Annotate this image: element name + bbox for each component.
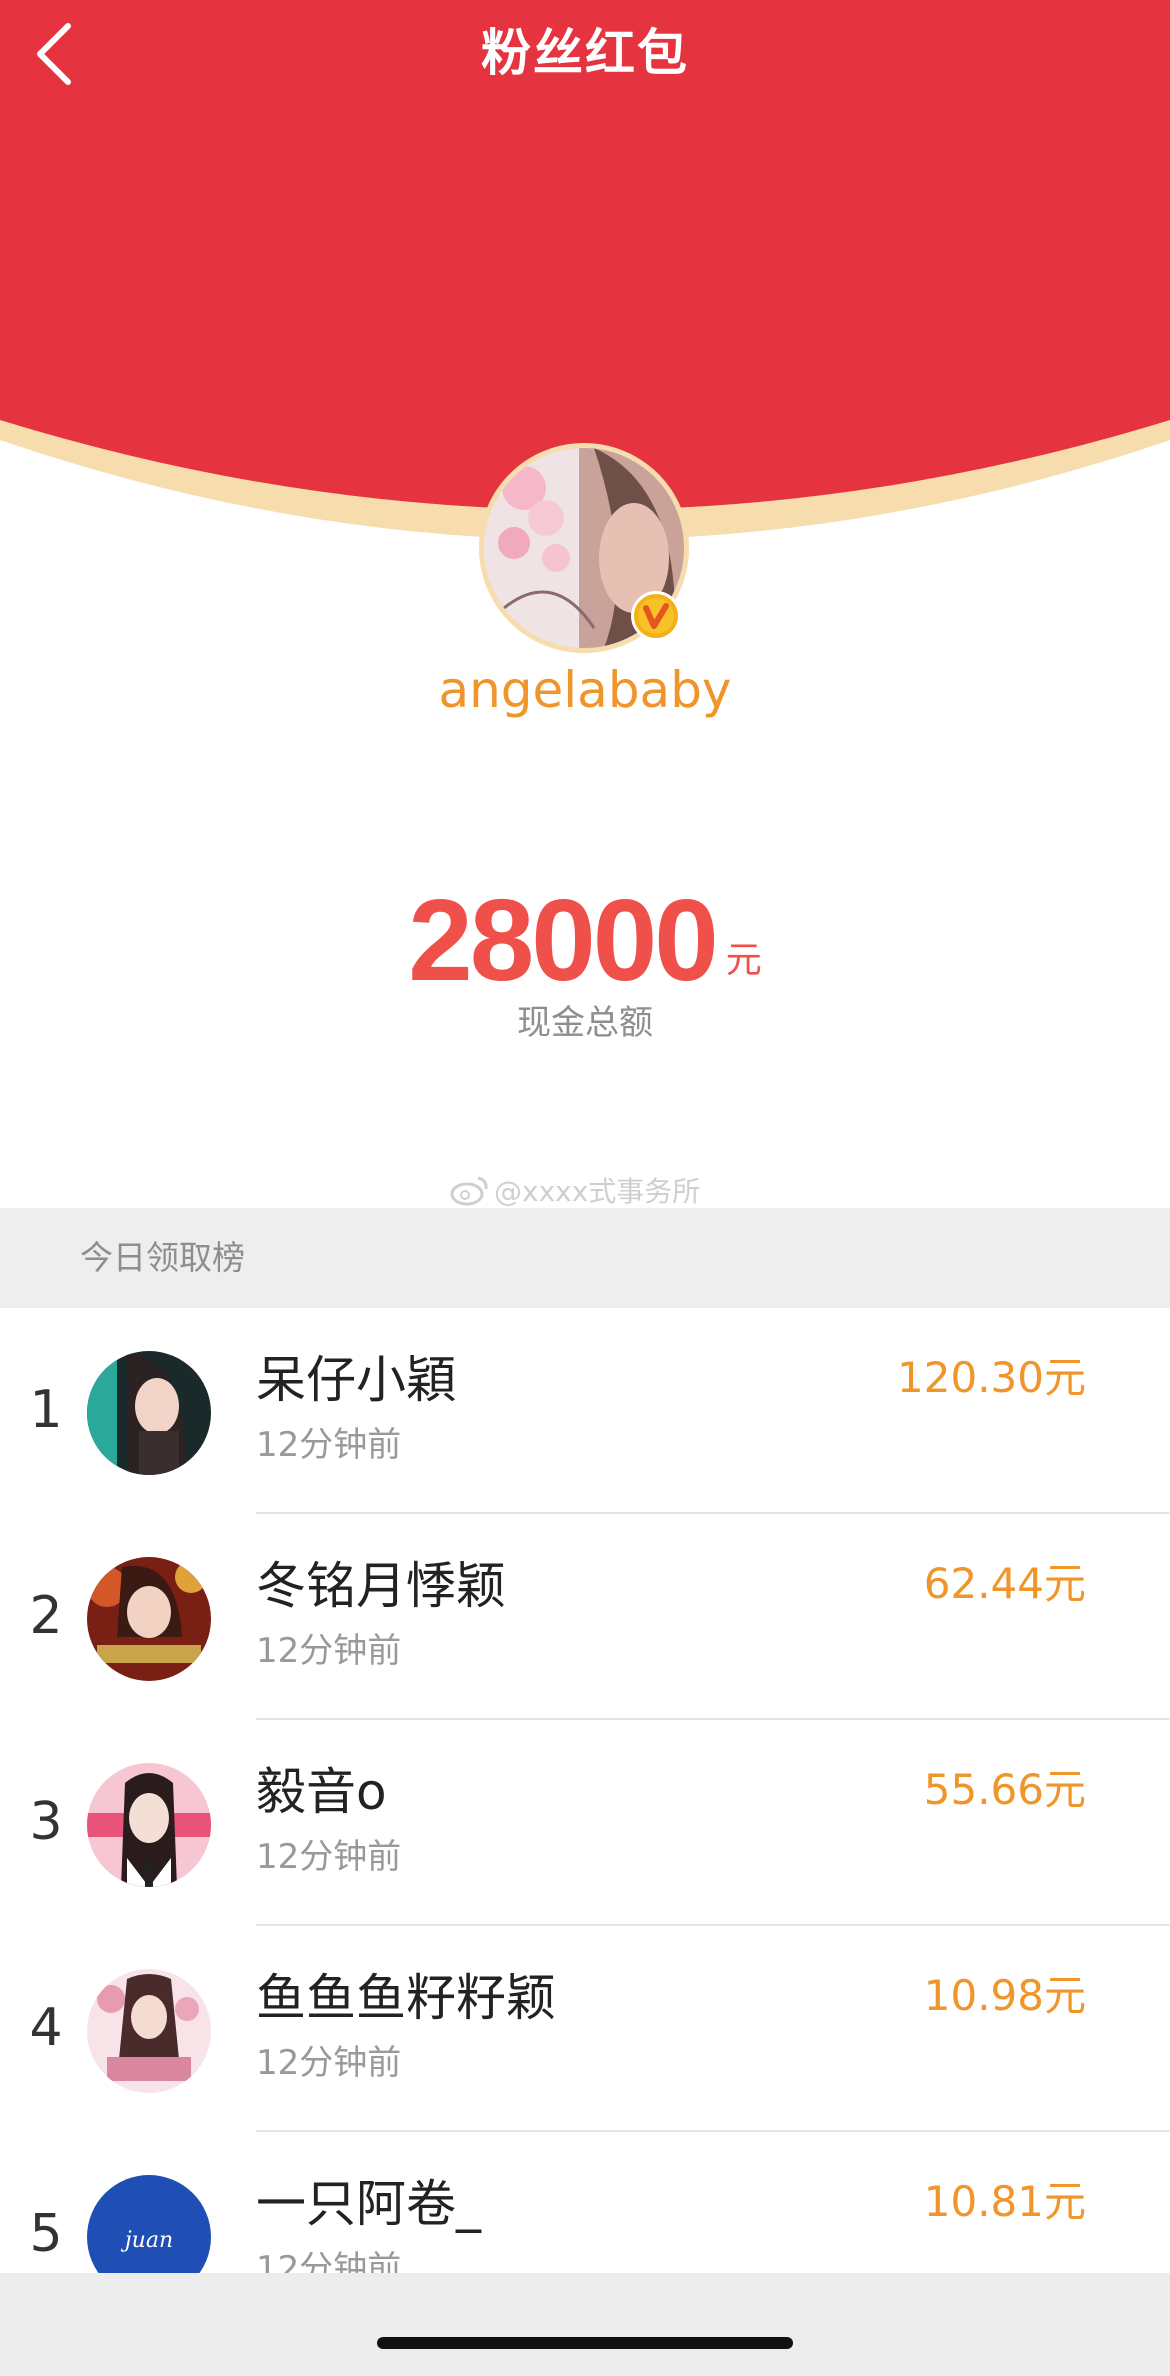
profile-avatar[interactable] xyxy=(479,443,689,653)
total-amount: 28000 元 xyxy=(0,880,1170,1000)
avatar[interactable] xyxy=(87,1557,211,1681)
claim-amount: 55.66元 xyxy=(923,1765,1086,1814)
leaderboard-row[interactable]: 5 juan 一只阿卷_ 12分钟前 10.81元 xyxy=(0,2132,1170,2273)
claim-time: 12分钟前 xyxy=(256,1631,402,1671)
watermark-text: @xxxx式事务所 xyxy=(494,1175,701,1208)
home-indicator[interactable] xyxy=(377,2337,793,2349)
avatar-image xyxy=(87,1969,211,2093)
claim-amount: 10.81元 xyxy=(923,2177,1086,2226)
claim-time: 12分钟前 xyxy=(256,2249,402,2273)
total-amount-unit: 元 xyxy=(725,940,762,981)
leaderboard-list[interactable]: 1 呆仔小穎 12分钟前 120.30元 2 冬铭月悸颖 12分钟前 62.44… xyxy=(0,1308,1170,2273)
claim-amount: 10.98元 xyxy=(923,1971,1086,2020)
leaderboard-row[interactable]: 2 冬铭月悸颖 12分钟前 62.44元 xyxy=(0,1514,1170,1720)
leaderboard-row[interactable]: 1 呆仔小穎 12分钟前 120.30元 xyxy=(0,1308,1170,1514)
leaderboard-title: 今日领取榜 xyxy=(80,1238,245,1277)
avatar-image: juan xyxy=(87,2175,211,2273)
avatar-text: juan xyxy=(120,2228,173,2253)
rank-number: 5 xyxy=(29,2204,63,2264)
avatar[interactable] xyxy=(87,1763,211,1887)
user-name[interactable]: 鱼鱼鱼籽籽颖 xyxy=(256,1966,556,2030)
avatar[interactable]: juan xyxy=(87,2175,211,2273)
user-name[interactable]: 冬铭月悸颖 xyxy=(256,1554,506,1618)
page-title: 粉丝红包 xyxy=(481,24,689,82)
claim-time: 12分钟前 xyxy=(256,1837,402,1877)
verified-v-icon xyxy=(638,598,674,634)
rank-number: 2 xyxy=(29,1586,63,1646)
total-amount-value: 28000 xyxy=(408,875,719,1005)
claim-time: 12分钟前 xyxy=(256,1425,402,1465)
claim-time: 12分钟前 xyxy=(256,2043,402,2083)
avatar[interactable] xyxy=(87,1351,211,1475)
verified-badge xyxy=(631,591,681,641)
rank-number: 1 xyxy=(29,1380,63,1440)
profile-username[interactable]: angelababy xyxy=(0,655,1170,725)
user-name[interactable]: 毅音o xyxy=(256,1760,387,1824)
claim-amount: 120.30元 xyxy=(897,1353,1086,1402)
leaderboard-row[interactable]: 4 鱼鱼鱼籽籽颖 12分钟前 10.98元 xyxy=(0,1926,1170,2132)
claim-amount: 62.44元 xyxy=(923,1559,1086,1608)
rank-number: 4 xyxy=(29,1998,63,2058)
weibo-icon xyxy=(450,1176,488,1206)
avatar-image xyxy=(87,1763,211,1887)
leaderboard-row[interactable]: 3 毅音o 12分钟前 55.66元 xyxy=(0,1720,1170,1926)
avatar[interactable] xyxy=(87,1969,211,2093)
user-name[interactable]: 呆仔小穎 xyxy=(256,1348,456,1412)
total-amount-label: 现金总额 xyxy=(517,1003,653,1043)
rank-number: 3 xyxy=(29,1792,63,1852)
leaderboard-header: 今日领取榜 xyxy=(0,1208,1170,1308)
user-name[interactable]: 一只阿卷_ xyxy=(256,2172,481,2236)
avatar-image xyxy=(87,1351,211,1475)
home-bar-area xyxy=(0,2273,1170,2376)
avatar-image xyxy=(87,1557,211,1681)
